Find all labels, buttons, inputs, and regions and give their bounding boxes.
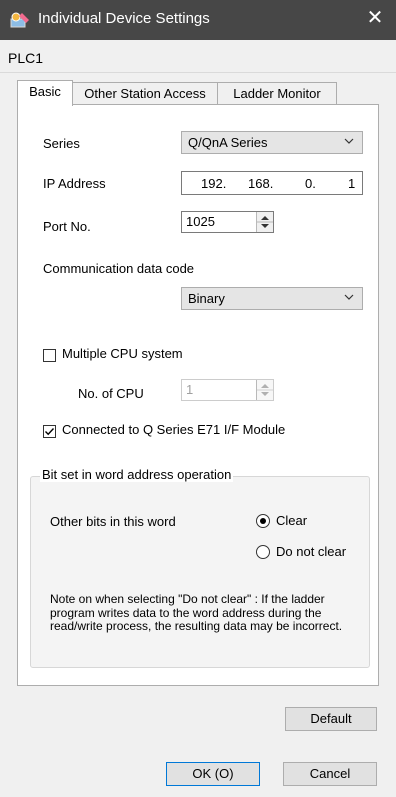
- e71-label: Connected to Q Series E71 I/F Module: [62, 422, 286, 437]
- chevron-down-icon: [344, 138, 354, 144]
- radio-do-not-clear-label: Do not clear: [276, 544, 347, 559]
- cpu-count-label: No. of CPU: [78, 386, 144, 401]
- series-select[interactable]: Q/QnA Series: [181, 131, 363, 154]
- radio-clear[interactable]: [256, 514, 270, 528]
- port-value: 1025: [186, 214, 215, 229]
- spin-up-down-icon[interactable]: [256, 380, 273, 400]
- multiple-cpu-checkbox[interactable]: [43, 349, 56, 362]
- window-title: Individual Device Settings: [38, 10, 210, 27]
- ip-octet-3: 0.: [305, 176, 316, 191]
- cpu-count-spinbox[interactable]: 1: [181, 379, 274, 401]
- tab-basic[interactable]: Basic: [17, 80, 73, 106]
- title-bar: Individual Device Settings ✕: [0, 0, 396, 40]
- comm-code-value: Binary: [188, 291, 225, 306]
- ip-octet-4: 1: [348, 176, 356, 191]
- radio-do-not-clear[interactable]: [256, 545, 270, 559]
- ok-button[interactable]: OK (O): [166, 762, 260, 786]
- cpu-count-value: 1: [186, 382, 194, 397]
- port-label: Port No.: [43, 219, 91, 234]
- comm-code-select[interactable]: Binary: [181, 287, 363, 310]
- divider: [0, 72, 396, 73]
- chevron-down-icon: [344, 294, 354, 300]
- ip-address-field[interactable]: 192. 168. 0. 1: [181, 171, 363, 195]
- cancel-button[interactable]: Cancel: [283, 762, 377, 786]
- tab-other-station-access[interactable]: Other Station Access: [71, 82, 219, 105]
- tab-ladder-monitor[interactable]: Ladder Monitor: [217, 82, 337, 105]
- series-label: Series: [43, 136, 80, 151]
- other-bits-label: Other bits in this word: [50, 514, 176, 529]
- comm-code-label: Communication data code: [43, 261, 195, 276]
- bit-set-note: Note on when selecting "Do not clear" : …: [50, 592, 343, 633]
- bit-set-group: [30, 476, 370, 668]
- check-icon: [45, 428, 55, 436]
- e71-checkbox[interactable]: [43, 425, 56, 438]
- ip-address-label: IP Address: [43, 176, 106, 191]
- radio-selected-dot: [260, 518, 266, 524]
- device-name: PLC1: [8, 50, 44, 66]
- spin-up-down-icon[interactable]: [256, 212, 273, 232]
- series-value: Q/QnA Series: [188, 135, 268, 150]
- ip-octet-2: 168.: [248, 176, 274, 191]
- bit-set-group-title: Bit set in word address operation: [40, 467, 234, 482]
- radio-clear-label: Clear: [276, 513, 308, 528]
- default-button[interactable]: Default: [285, 707, 377, 731]
- close-icon[interactable]: ✕: [364, 7, 386, 29]
- port-spinbox[interactable]: 1025: [181, 211, 274, 233]
- ip-octet-1: 192.: [201, 176, 227, 191]
- app-settings-icon: [10, 12, 29, 28]
- multiple-cpu-label: Multiple CPU system: [62, 346, 183, 361]
